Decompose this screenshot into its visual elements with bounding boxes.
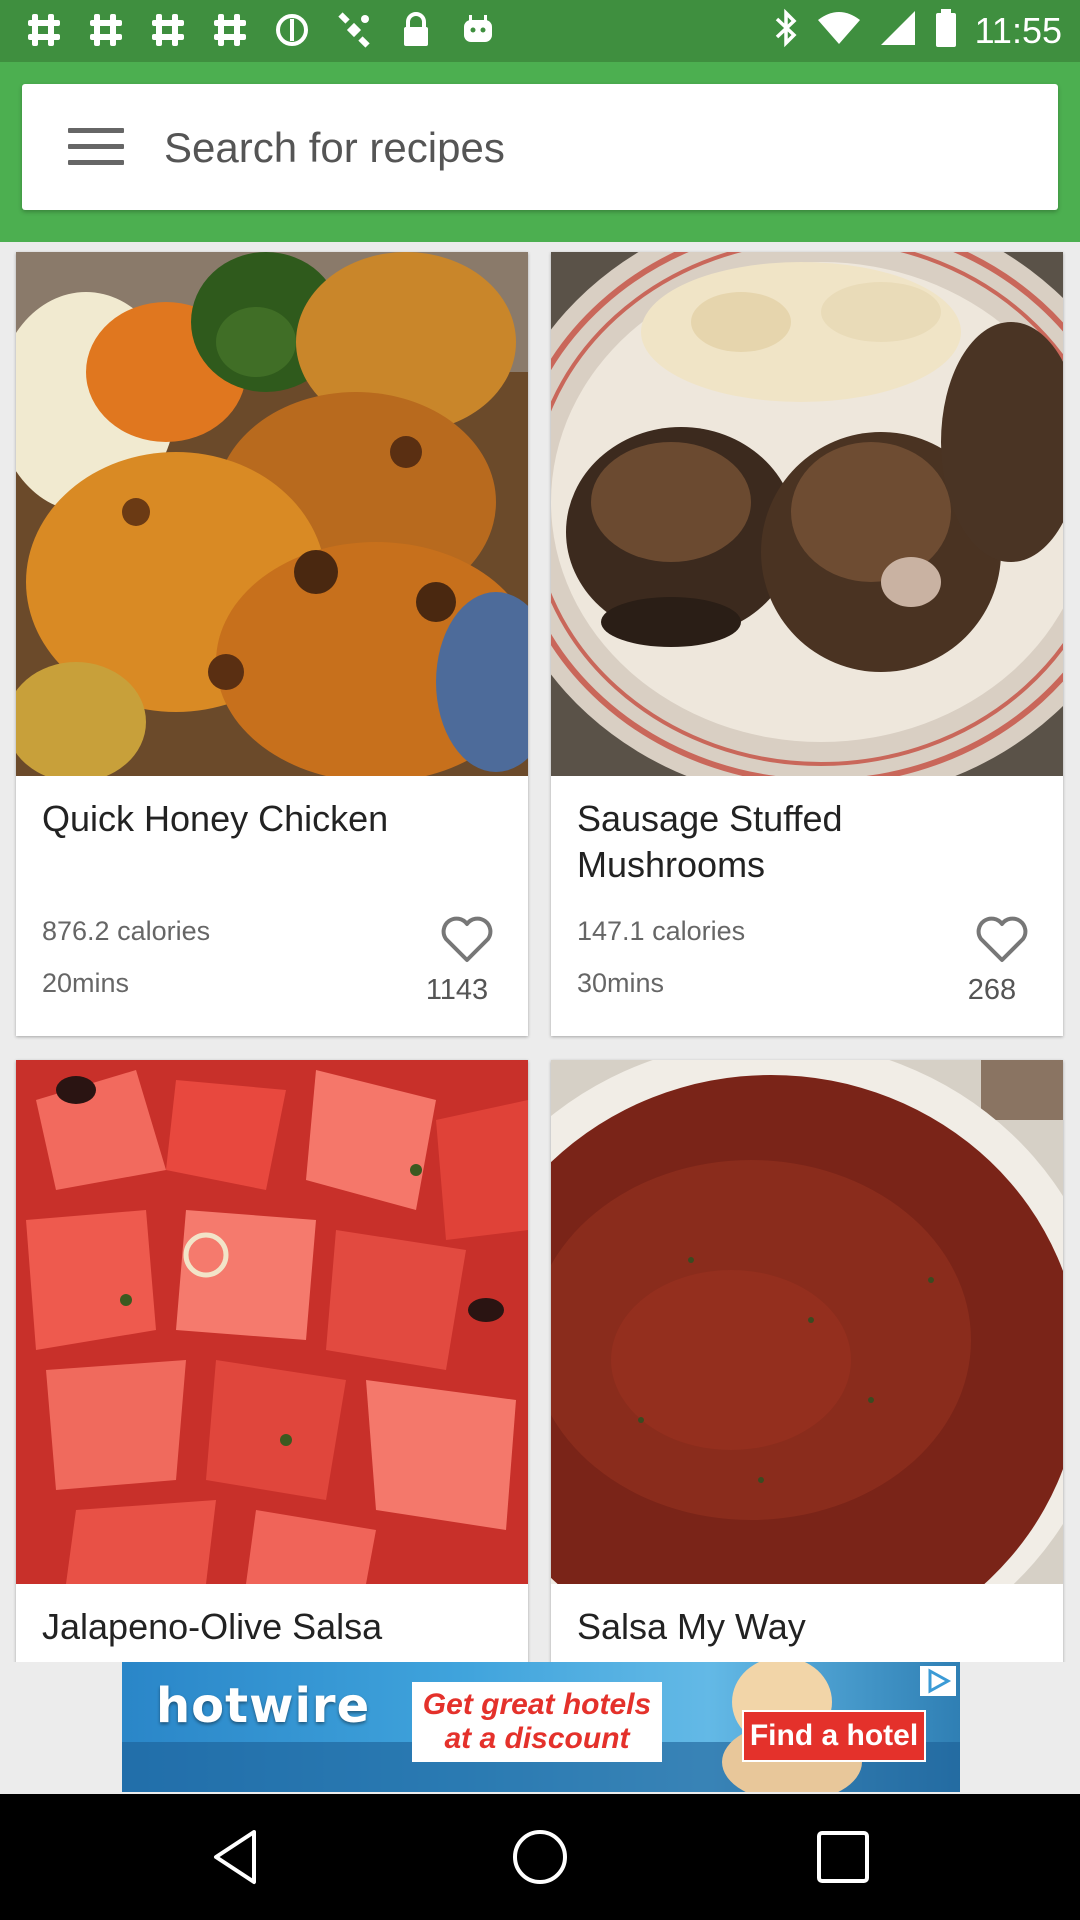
red-salsa-photo (551, 1060, 1063, 1584)
honey-chicken-photo (16, 252, 528, 776)
status-bar: 11:55 (0, 0, 1080, 62)
recents-icon[interactable] (812, 1826, 874, 1888)
ad-brand-logo: hotwire (156, 1678, 371, 1734)
hamburger-menu-icon[interactable] (68, 128, 124, 168)
status-time: 11:55 (974, 9, 1062, 51)
back-icon[interactable] (206, 1826, 268, 1888)
ad-tagline: Get great hotels at a discount (412, 1682, 662, 1762)
slack-icon (24, 10, 64, 50)
bluetooth-icon (773, 8, 799, 53)
recipe-card-salsa-my-way[interactable]: Salsa My Way (551, 1060, 1063, 1662)
android-icon (458, 10, 498, 50)
recipe-calories: 876.2 calories (42, 916, 211, 946)
search-input[interactable] (162, 104, 1026, 192)
wifi-icon (817, 10, 861, 51)
home-icon[interactable] (509, 1826, 571, 1888)
recipe-calories: 147.1 calories (577, 916, 746, 946)
recipe-time: 20mins (42, 968, 130, 998)
recipe-title: Sausage Stuffed Mushrooms (577, 798, 843, 885)
recipe-card-quick-honey-chicken[interactable]: Quick Honey Chicken 876.2 calories 20min… (16, 252, 528, 1036)
slack-icon (86, 10, 126, 50)
card-info: Quick Honey Chicken 876.2 calories 20min… (16, 776, 528, 1036)
notification-icons (24, 10, 498, 50)
heart-icon[interactable] (440, 916, 494, 964)
card-info: Sausage Stuffed Mushrooms 147.1 calories… (551, 776, 1063, 1036)
card-info: Jalapeno-Olive Salsa (16, 1584, 528, 1662)
likes-count: 268 (967, 974, 1017, 1006)
recipe-title: Salsa My Way (577, 1606, 806, 1647)
tomato-salsa-photo (16, 1060, 528, 1584)
blocked-icon (272, 10, 312, 50)
battery-icon (935, 8, 957, 53)
recipe-title: Quick Honey Chicken (42, 798, 389, 839)
signal-icon (879, 9, 917, 52)
search-toolbar (0, 62, 1080, 242)
recipe-card-sausage-stuffed-mushrooms[interactable]: Sausage Stuffed Mushrooms 147.1 calories… (551, 252, 1063, 1036)
recipe-title: Jalapeno-Olive Salsa (42, 1606, 383, 1647)
likes-count: 1143 (425, 974, 489, 1006)
fake-gps-icon (334, 10, 374, 50)
slack-icon (210, 10, 250, 50)
recipe-card-jalapeno-olive-salsa[interactable]: Jalapeno-Olive Salsa (16, 1060, 528, 1662)
system-icons: 11:55 (773, 8, 1062, 53)
ad-banner[interactable]: hotwire Get great hotels at a discount F… (122, 1662, 960, 1792)
ad-choices-icon[interactable] (920, 1666, 956, 1696)
navigation-bar (0, 1794, 1080, 1920)
find-hotel-button[interactable]: Find a hotel (742, 1710, 926, 1762)
recipe-time: 30mins (577, 968, 665, 998)
lock-icon (396, 10, 436, 50)
slack-icon (148, 10, 188, 50)
stuffed-mushrooms-photo (551, 252, 1063, 776)
heart-icon[interactable] (975, 916, 1029, 964)
recipe-grid: Quick Honey Chicken 876.2 calories 20min… (0, 242, 1080, 1662)
ad-banner-area: hotwire Get great hotels at a discount F… (0, 1662, 1080, 1794)
card-info: Salsa My Way (551, 1584, 1063, 1662)
search-box (22, 84, 1058, 210)
